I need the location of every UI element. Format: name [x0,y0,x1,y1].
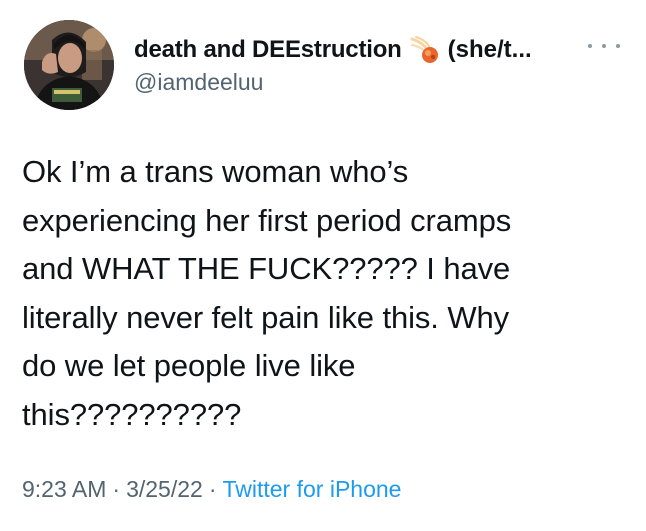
dot [602,44,606,48]
tweet-header: death and DEEstruction (she/t... @iamdee… [24,20,624,112]
display-name-row[interactable]: death and DEEstruction (she/t... [134,33,614,67]
tweet-source-link[interactable]: Twitter for iPhone [222,476,401,502]
tweet-card: death and DEEstruction (she/t... @iamdee… [0,0,646,531]
dot [616,44,620,48]
tweet-date[interactable]: 3/25/22 [126,476,203,502]
author-names: death and DEEstruction (she/t... @iamdee… [134,33,614,96]
comet-icon [410,35,440,65]
pronouns: (she/t... [447,36,532,63]
tweet-text: Ok I’m a trans woman who’s experiencing … [22,154,512,432]
tweet-time[interactable]: 9:23 AM [22,476,106,502]
dot [588,44,592,48]
separator: · [112,476,121,502]
profile-photo [24,20,114,110]
more-options-icon[interactable] [588,38,620,54]
tweet-meta: 9:23 AM · 3/25/22 · Twitter for iPhone [22,476,401,503]
display-name[interactable]: death and DEEstruction [134,36,402,64]
handle[interactable]: @iamdeeluu [134,69,614,96]
separator: · [208,476,217,502]
avatar[interactable] [24,20,114,110]
